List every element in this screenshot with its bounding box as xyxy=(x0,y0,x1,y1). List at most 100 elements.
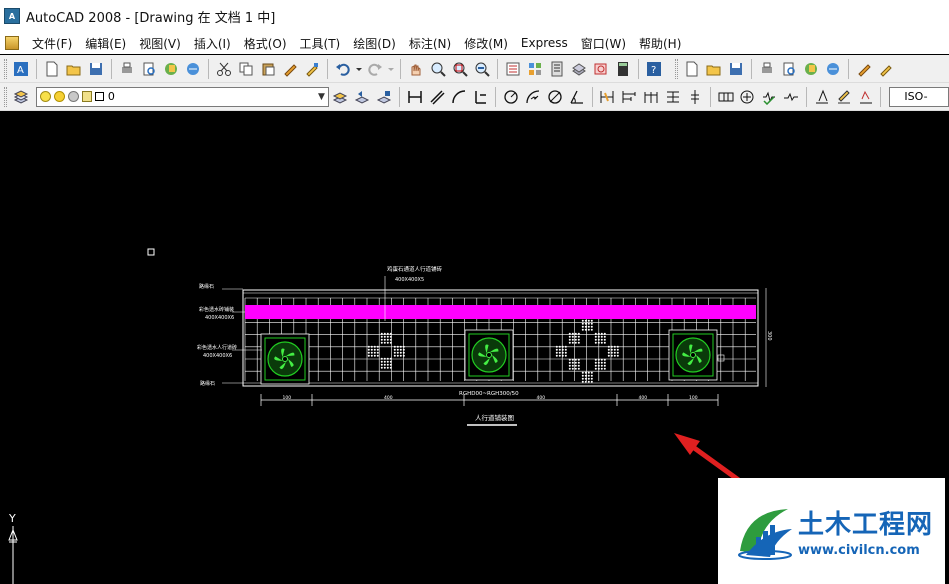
redo-icon[interactable] xyxy=(364,58,386,80)
center-mark-icon[interactable] xyxy=(736,86,758,108)
block-editor-icon[interactable] xyxy=(875,58,897,80)
publish-icon[interactable] xyxy=(800,58,822,80)
plot-preview-icon[interactable] xyxy=(138,58,160,80)
angular-dimension-icon[interactable] xyxy=(566,86,588,108)
radius-dimension-icon[interactable] xyxy=(500,86,522,108)
undo-icon[interactable] xyxy=(332,58,354,80)
sheet-set-icon[interactable] xyxy=(568,58,590,80)
print-icon[interactable] xyxy=(756,58,778,80)
menu-bar: 文件(F) 编辑(E) 视图(V) 插入(I) 格式(O) 工具(T) 绘图(D… xyxy=(0,32,949,54)
markup-set-icon[interactable] xyxy=(590,58,612,80)
3d-dwf-icon[interactable] xyxy=(822,58,844,80)
jogged-dimension-icon[interactable] xyxy=(522,86,544,108)
toolbar-separator xyxy=(111,58,112,79)
block-editor-icon[interactable] xyxy=(301,58,323,80)
layer-state-icon[interactable] xyxy=(373,86,395,108)
menu-format[interactable]: 格式(O) xyxy=(237,35,293,52)
zoom-realtime-icon[interactable] xyxy=(427,58,449,80)
menu-view[interactable]: 视图(V) xyxy=(132,35,187,52)
properties-icon[interactable] xyxy=(502,58,524,80)
toolbar-separator xyxy=(327,58,328,79)
zoom-window-icon[interactable] xyxy=(449,58,471,80)
label-permeable-brick-sub: 400X400X6 xyxy=(203,353,232,359)
tolerance-icon[interactable] xyxy=(715,86,737,108)
diameter-dimension-icon[interactable] xyxy=(544,86,566,108)
menu-file[interactable]: 文件(F) xyxy=(25,35,78,52)
dimension-update-icon[interactable] xyxy=(855,86,877,108)
inspection-icon[interactable] xyxy=(758,86,780,108)
dimension-segment-text: 400 xyxy=(537,395,546,401)
3d-dwf-icon[interactable] xyxy=(182,58,204,80)
dimension-edit-icon[interactable] xyxy=(811,86,833,108)
menu-insert[interactable]: 插入(I) xyxy=(187,35,237,52)
toolbar-grip[interactable] xyxy=(675,58,678,79)
match-properties-icon[interactable] xyxy=(279,58,301,80)
watermark-url: www.civilcn.com xyxy=(798,543,920,558)
layer-on-icon[interactable] xyxy=(39,91,51,102)
document-icon[interactable] xyxy=(5,36,19,50)
dimension-segment-text: 400 xyxy=(384,395,393,401)
menu-edit[interactable]: 编辑(E) xyxy=(78,35,132,52)
autocad-help-icon[interactable]: A xyxy=(10,58,32,80)
tactile-block xyxy=(581,319,593,331)
toolbar-separator xyxy=(805,86,807,107)
tool-palettes-icon[interactable] xyxy=(546,58,568,80)
baseline-dimension-icon[interactable] xyxy=(618,86,640,108)
menu-draw[interactable]: 绘图(D) xyxy=(346,35,402,52)
new-file-icon[interactable] xyxy=(41,58,63,80)
dimension-space-icon[interactable] xyxy=(662,86,684,108)
continue-dimension-icon[interactable] xyxy=(640,86,662,108)
layer-thaw-icon[interactable] xyxy=(53,91,65,102)
menu-help[interactable]: 帮助(H) xyxy=(632,35,687,52)
linear-dimension-icon[interactable] xyxy=(404,86,426,108)
redo-dropdown-icon[interactable] xyxy=(386,58,396,80)
arc-length-icon[interactable] xyxy=(448,86,470,108)
pan-realtime-icon[interactable] xyxy=(405,58,427,80)
title-bar: A AutoCAD 2008 - [Drawing 在 文档 1 中] xyxy=(0,0,949,32)
layer-previous-icon[interactable] xyxy=(351,86,373,108)
jogged-linear-icon[interactable] xyxy=(780,86,802,108)
layer-manager-icon[interactable] xyxy=(10,86,32,108)
save-icon[interactable] xyxy=(85,58,107,80)
match-properties-icon[interactable] xyxy=(853,58,875,80)
tactile-block xyxy=(555,345,567,357)
undo-dropdown-icon[interactable] xyxy=(354,58,364,80)
toolbar-grip[interactable] xyxy=(4,86,7,107)
toolbar-grip[interactable] xyxy=(4,58,7,79)
cut-icon[interactable] xyxy=(213,58,235,80)
make-object-layer-current-icon[interactable] xyxy=(329,86,351,108)
ordinate-dimension-icon[interactable] xyxy=(469,86,491,108)
chevron-down-icon[interactable]: ▼ xyxy=(314,88,328,106)
dimension-text-edit-icon[interactable] xyxy=(833,86,855,108)
print-icon[interactable] xyxy=(116,58,138,80)
layer-viewport-freeze-icon[interactable] xyxy=(67,91,79,102)
zoom-previous-icon[interactable] xyxy=(471,58,493,80)
quick-dimension-icon[interactable] xyxy=(597,86,619,108)
toolbar-separator xyxy=(400,58,401,79)
menu-dimension[interactable]: 标注(N) xyxy=(402,35,457,52)
svg-text:A: A xyxy=(17,65,24,76)
dimension-style-dropdown[interactable]: ISO- xyxy=(889,86,949,107)
aligned-dimension-icon[interactable] xyxy=(426,86,448,108)
plot-preview-icon[interactable] xyxy=(778,58,800,80)
copy-icon[interactable] xyxy=(235,58,257,80)
paste-icon[interactable] xyxy=(257,58,279,80)
tactile-block xyxy=(607,345,619,357)
menu-tools[interactable]: 工具(T) xyxy=(293,35,347,52)
menu-window[interactable]: 窗口(W) xyxy=(574,35,632,52)
design-center-icon[interactable] xyxy=(524,58,546,80)
menu-express[interactable]: Express xyxy=(514,36,574,50)
layer-unlock-icon[interactable] xyxy=(81,91,92,102)
layer-dropdown[interactable]: 0 ▼ xyxy=(35,86,330,107)
new-file-icon[interactable] xyxy=(681,58,703,80)
menu-modify[interactable]: 修改(M) xyxy=(457,35,514,52)
save-icon[interactable] xyxy=(725,58,747,80)
drawing-area[interactable]: 鸡蛋石通道人行道铺砖 400X400X5 路缘石 彩色透水砖铺装 400X400… xyxy=(0,111,949,584)
quickcalc-icon[interactable] xyxy=(612,58,634,80)
help-icon[interactable]: ? xyxy=(643,58,665,80)
autocad-app-icon[interactable]: A xyxy=(4,8,20,24)
open-file-icon[interactable] xyxy=(703,58,725,80)
open-file-icon[interactable] xyxy=(63,58,85,80)
publish-icon[interactable] xyxy=(160,58,182,80)
dimension-break-icon[interactable] xyxy=(684,86,706,108)
